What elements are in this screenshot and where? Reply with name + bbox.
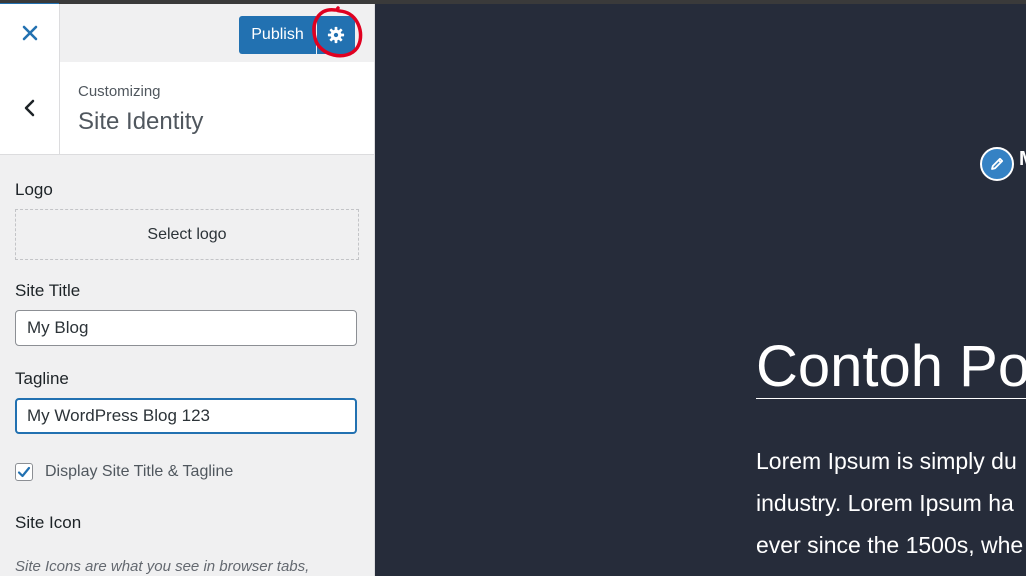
chevron-left-icon	[24, 99, 34, 117]
close-icon	[22, 25, 37, 41]
tagline-label: Tagline	[15, 369, 69, 388]
checkmark-icon	[17, 466, 31, 478]
site-title-input[interactable]: My Blog	[15, 310, 357, 346]
select-logo-button[interactable]: Select logo	[15, 209, 359, 260]
site-icon-label: Site Icon	[15, 513, 82, 532]
site-preview: M Contoh Po Lorem Ipsum is simply du ind…	[375, 4, 1026, 576]
customizer-header: Publish	[0, 4, 374, 63]
preview-post-title[interactable]: Contoh Po	[756, 336, 1026, 399]
pencil-icon	[991, 157, 1004, 170]
close-button[interactable]	[0, 4, 60, 62]
customizer-sidebar: Publish Customizing Site Identity Logo S…	[0, 4, 375, 576]
preview-paragraph-line: ever since the 1500s, whe	[756, 532, 1024, 558]
gear-icon	[327, 26, 345, 44]
section-header: Customizing Site Identity	[0, 62, 374, 155]
site-icon-description: Site Icons are what you see in browser t…	[15, 558, 310, 575]
display-title-checkbox[interactable]	[15, 463, 33, 481]
back-button[interactable]	[0, 62, 60, 154]
preview-site-title[interactable]: M	[1019, 148, 1026, 171]
section-title: Site Identity	[78, 108, 204, 135]
preview-paragraph-line: industry. Lorem Ipsum ha	[756, 490, 1014, 516]
tagline-input[interactable]: My WordPress Blog 123	[15, 398, 357, 434]
site-title-label: Site Title	[15, 281, 81, 300]
display-title-label: Display Site Title & Tagline	[45, 463, 234, 480]
publish-button[interactable]: Publish	[239, 16, 316, 54]
edit-shortcut-button[interactable]	[980, 147, 1014, 181]
publish-settings-button[interactable]	[317, 16, 355, 54]
breadcrumb: Customizing	[78, 83, 161, 100]
preview-paragraph-line: Lorem Ipsum is simply du	[756, 448, 1017, 474]
logo-label: Logo	[15, 180, 53, 199]
